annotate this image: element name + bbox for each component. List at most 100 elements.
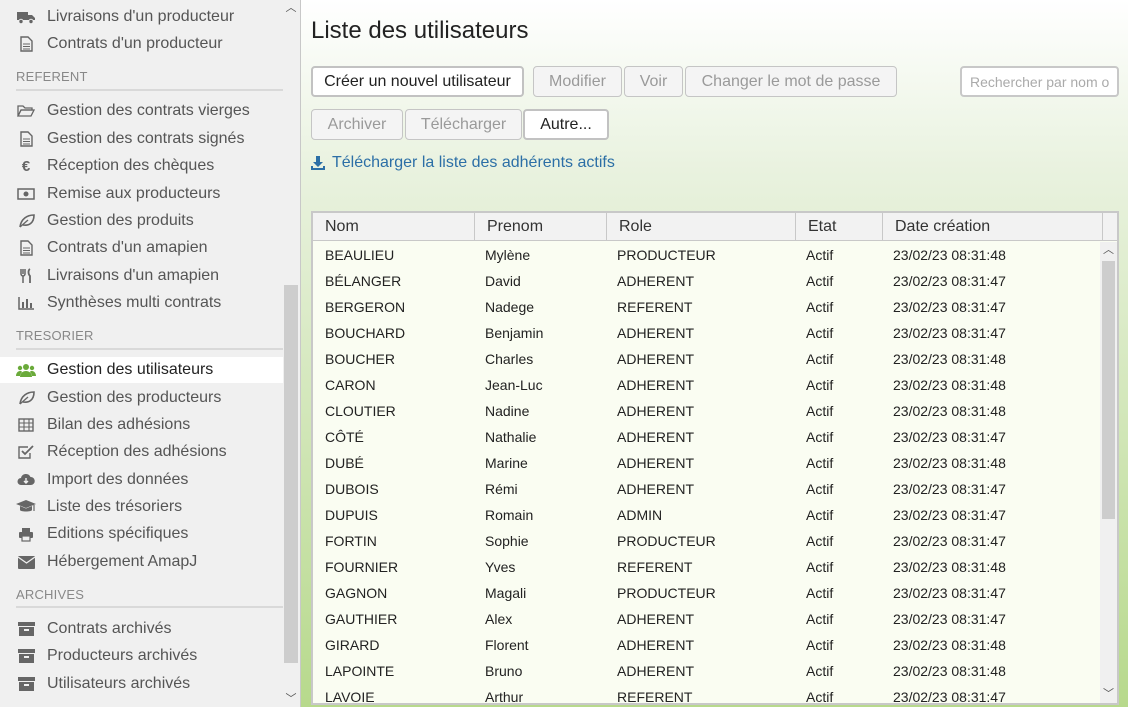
cell-date-creation: 23/02/23 08:31:48 (893, 663, 1006, 679)
sidebar-item-syntheses[interactable]: Synthèses multi contrats (0, 290, 283, 316)
sidebar-item-gestion-utilisateurs[interactable]: Gestion des utilisateurs (0, 357, 283, 383)
sidebar-item-label: Utilisateurs archivés (47, 675, 191, 692)
sidebar-item-label: Contrats d'un amapien (47, 239, 208, 256)
change-password-button[interactable]: Changer le mot de passe (685, 66, 897, 97)
view-button[interactable]: Voir (624, 66, 683, 97)
table-row[interactable]: BEAULIEU Mylène PRODUCTEUR Actif 23/02/23 08… (313, 242, 1101, 268)
table-row[interactable]: FOURNIER Yves REFERENT Actif 23/02/23 08:31:… (313, 554, 1101, 580)
table-scrollbar[interactable]: ︿ ﹀ (1100, 242, 1117, 703)
cell-nom: LAPOINTE (325, 663, 395, 679)
table-body: BEAULIEU Mylène PRODUCTEUR Actif 23/02/23 08… (313, 242, 1101, 703)
cell-prenom: Arthur (485, 689, 524, 703)
sidebar-item-label: Gestion des utilisateurs (47, 361, 214, 378)
table-row[interactable]: DUBÉ Marine ADHERENT Actif 23/02/23 08:31:48 (313, 450, 1101, 476)
cell-prenom: Charles (485, 351, 534, 367)
cell-date-creation: 23/02/23 08:31:48 (893, 559, 1006, 575)
cell-nom: BÉLANGER (325, 273, 402, 289)
scrollbar-thumb[interactable] (1102, 261, 1115, 519)
cell-date-creation: 23/02/23 08:31:47 (893, 533, 1006, 549)
create-user-button[interactable]: Créer un nouvel utilisateur (311, 66, 524, 97)
table-row[interactable]: DUPUIS Romain ADMIN Actif 23/02/23 08:31:47 (313, 502, 1101, 528)
sidebar-item-reception-cheques[interactable]: € Réception des chèques (0, 153, 283, 179)
column-header-etat[interactable]: Etat (796, 213, 883, 241)
cell-etat: Actif (806, 247, 834, 263)
folder-open-icon (14, 104, 38, 118)
sidebar-item-remise-producteurs[interactable]: Remise aux producteurs (0, 181, 283, 207)
sidebar-item-label: Livraisons d'un producteur (47, 8, 235, 25)
sidebar-item-import-donnees[interactable]: Import des données (0, 467, 283, 493)
cell-role: ADHERENT (617, 351, 695, 367)
table-row[interactable]: FORTIN Sophie PRODUCTEUR Actif 23/02/23 08:3… (313, 528, 1101, 554)
cell-etat: Actif (806, 663, 834, 679)
column-header-date-creation[interactable]: Date création (883, 213, 1103, 241)
sidebar-item-contrats-producteur[interactable]: Contrats d'un producteur (0, 31, 283, 57)
column-header-nom[interactable]: Nom (313, 213, 475, 241)
table-row[interactable]: BOUCHARD Benjamin ADHERENT Actif 23/02/23 08… (313, 320, 1101, 346)
table-row[interactable]: GIRARD Florent ADHERENT Actif 23/02/23 08:31… (313, 632, 1101, 658)
sidebar-item-utilisateurs-archives[interactable]: Utilisateurs archivés (0, 671, 283, 697)
sidebar-item-label: Import des données (47, 471, 189, 488)
main-content: Liste des utilisateurs Créer un nouvel u… (300, 0, 1128, 707)
download-link-label: Télécharger la liste des adhérents actif… (332, 154, 615, 171)
table-row[interactable]: GAUTHIER Alex ADHERENT Actif 23/02/23 08:31:… (313, 606, 1101, 632)
cell-prenom: David (485, 273, 521, 289)
sidebar-item-livraisons-amapien[interactable]: Livraisons d'un amapien (0, 263, 283, 289)
sidebar-item-hebergement[interactable]: Hébergement AmapJ (0, 549, 283, 575)
table-row[interactable]: CLOUTIER Nadine ADHERENT Actif 23/02/23 08:3… (313, 398, 1101, 424)
sidebar-item-label: Gestion des contrats signés (47, 130, 245, 147)
sidebar-item-contrats-archives[interactable]: Contrats archivés (0, 616, 283, 642)
sidebar-item-contrats-amapien[interactable]: Contrats d'un amapien (0, 235, 283, 261)
table-row[interactable]: BÉLANGER David ADHERENT Actif 23/02/23 08:31… (313, 268, 1101, 294)
sidebar-item-reception-adhesions[interactable]: Réception des adhésions (0, 439, 283, 465)
sidebar-item-producteurs-archives[interactable]: Producteurs archivés (0, 643, 283, 669)
cell-date-creation: 23/02/23 08:31:47 (893, 689, 1006, 703)
sidebar-item-label: Hébergement AmapJ (47, 553, 198, 570)
search-input[interactable] (960, 66, 1119, 97)
scroll-down-icon[interactable]: ﹀ (283, 691, 299, 707)
sidebar-item-contrats-signes[interactable]: Gestion des contrats signés (0, 126, 283, 152)
column-header-role[interactable]: Role (607, 213, 796, 241)
scroll-up-icon[interactable]: ︿ (283, 0, 299, 16)
cell-role: REFERENT (617, 299, 693, 315)
leaf-icon (14, 214, 38, 228)
sidebar-item-bilan-adhesions[interactable]: Bilan des adhésions (0, 412, 283, 438)
download-active-members-link[interactable]: Télécharger la liste des adhérents actif… (311, 154, 615, 172)
scroll-up-icon[interactable]: ︿ (1100, 242, 1117, 259)
cell-date-creation: 23/02/23 08:31:48 (893, 247, 1006, 263)
sidebar-item-livraisons-producteur[interactable]: Livraisons d'un producteur (0, 4, 283, 30)
scrollbar-thumb[interactable] (284, 285, 298, 663)
table-row[interactable]: CARON Jean-Luc ADHERENT Actif 23/02/23 08:31… (313, 372, 1101, 398)
cell-etat: Actif (806, 351, 834, 367)
cell-etat: Actif (806, 559, 834, 575)
column-header-prenom[interactable]: Prenom (475, 213, 607, 241)
sidebar-scrollbar[interactable]: ︿ ﹀ (283, 0, 299, 707)
table-row[interactable]: LAVOIE Arthur REFERENT Actif 23/02/23 08:31:… (313, 684, 1101, 703)
cell-etat: Actif (806, 299, 834, 315)
cell-nom: CARON (325, 377, 376, 393)
edit-button[interactable]: Modifier (533, 66, 622, 97)
table-row[interactable]: BERGERON Nadege REFERENT Actif 23/02/23 08:3… (313, 294, 1101, 320)
scroll-down-icon[interactable]: ﹀ (1100, 686, 1117, 703)
cell-role: ADMIN (617, 507, 663, 523)
archive-button[interactable]: Archiver (311, 109, 403, 140)
table-row[interactable]: CÔTÉ Nathalie ADHERENT Actif 23/02/23 08:31:… (313, 424, 1101, 450)
sidebar-item-gestion-producteurs[interactable]: Gestion des producteurs (0, 385, 283, 411)
sidebar-item-liste-tresoriers[interactable]: Liste des trésoriers (0, 494, 283, 520)
cell-date-creation: 23/02/23 08:31:48 (893, 637, 1006, 653)
table-row[interactable]: LAPOINTE Bruno ADHERENT Actif 23/02/23 08:31… (313, 658, 1101, 684)
sidebar-item-editions-specifiques[interactable]: Editions spécifiques (0, 521, 283, 547)
sidebar-item-gestion-produits[interactable]: Gestion des produits (0, 208, 283, 234)
sidebar-item-contrats-vierges[interactable]: Gestion des contrats vierges (0, 98, 283, 124)
cell-prenom: Nadine (485, 403, 530, 419)
sidebar-item-label: Gestion des contrats vierges (47, 102, 250, 119)
graduation-cap-icon (14, 500, 38, 514)
table-row[interactable]: BOUCHER Charles ADHERENT Actif 23/02/23 08:3… (313, 346, 1101, 372)
sidebar-item-label: Producteurs archivés (47, 647, 198, 664)
download-button[interactable]: Télécharger (405, 109, 522, 140)
other-button[interactable]: Autre... (523, 109, 609, 140)
section-divider (16, 348, 283, 350)
table-row[interactable]: GAGNON Magali PRODUCTEUR Actif 23/02/23 08:3… (313, 580, 1101, 606)
cloud-download-icon (14, 473, 38, 487)
archive-icon (14, 649, 38, 663)
table-row[interactable]: DUBOIS Rémi ADHERENT Actif 23/02/23 08:31:47 (313, 476, 1101, 502)
